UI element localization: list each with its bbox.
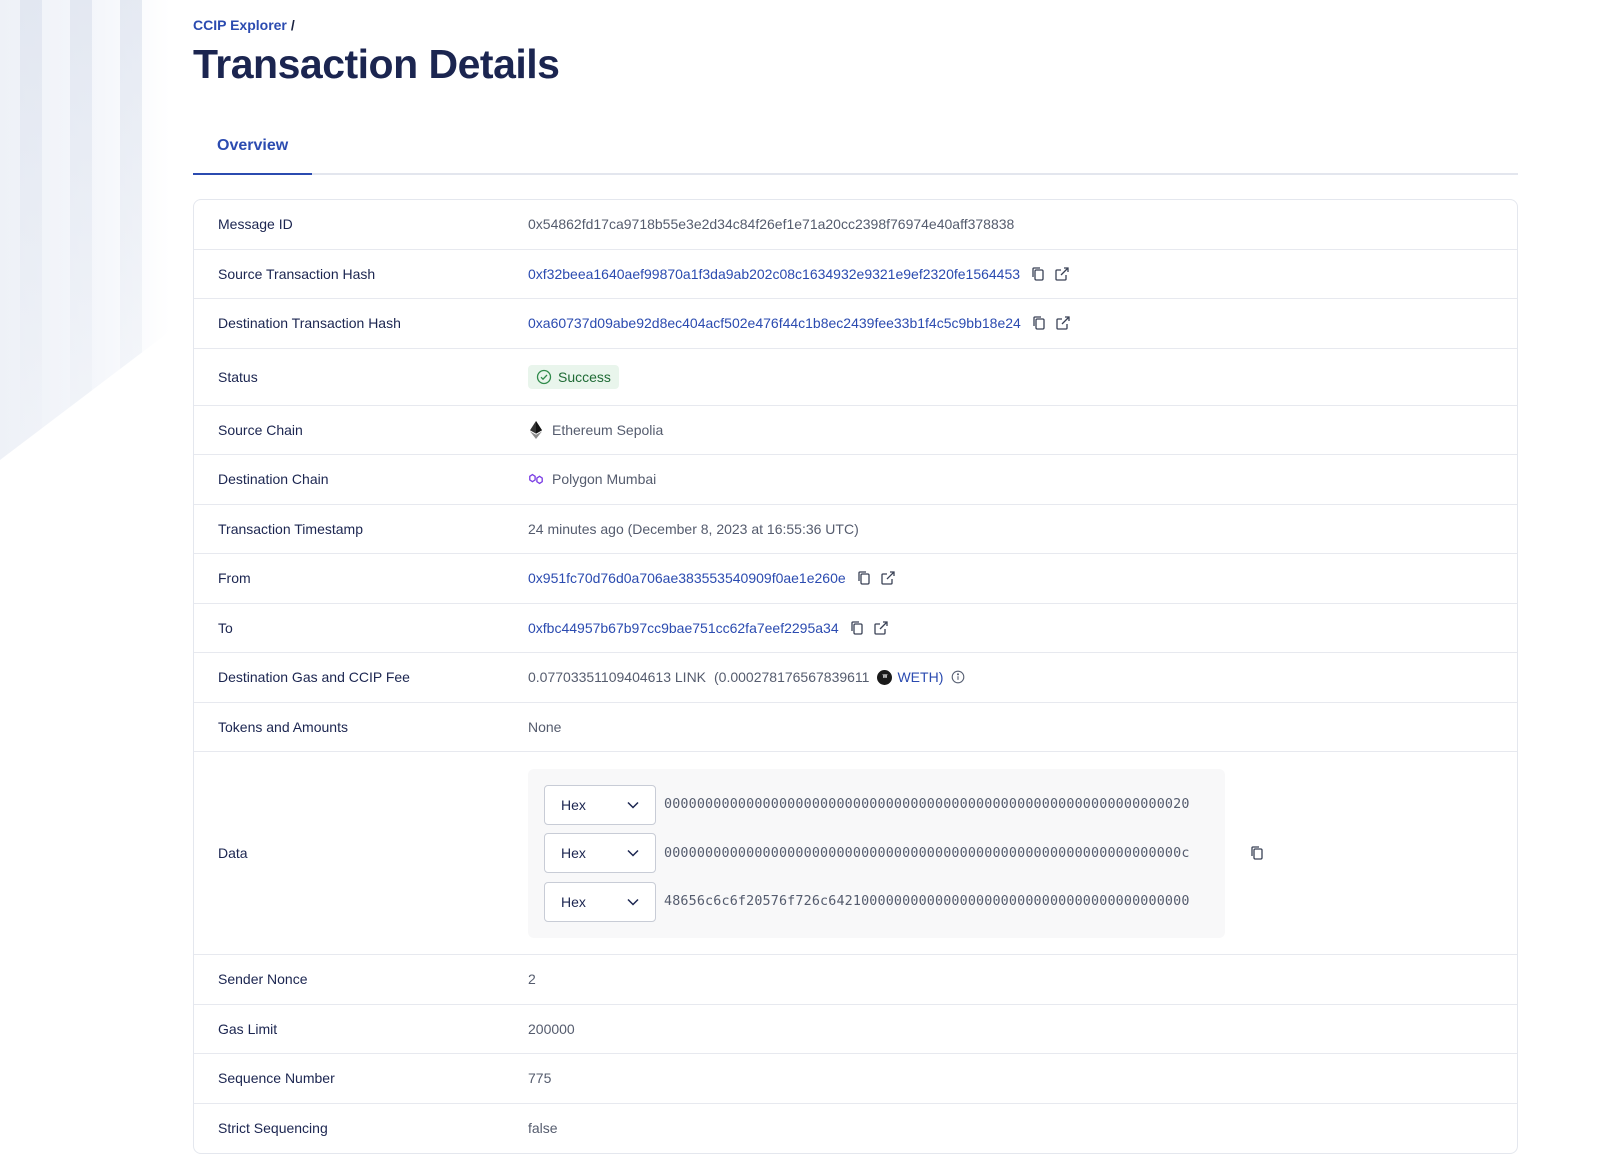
- transaction-details-card: Message ID 0x54862fd17ca9718b55e3e2d34c8…: [193, 199, 1518, 1154]
- data-format-select[interactable]: Hex: [544, 784, 656, 825]
- dest-tx-hash-label: Destination Transaction Hash: [218, 315, 401, 332]
- strict-sequencing-value: false: [528, 1120, 558, 1137]
- timestamp-label: Transaction Timestamp: [218, 520, 363, 537]
- data-format-select[interactable]: Hex: [544, 833, 656, 873]
- copy-icon[interactable]: [1249, 845, 1265, 861]
- data-format-value: Hex: [561, 893, 586, 910]
- row-strict-sequencing: Strict Sequencing false: [194, 1104, 1517, 1154]
- row-data: Data Hex 0000000000000000000000000000000…: [194, 752, 1517, 955]
- row-dest-tx-hash: Destination Transaction Hash 0xa60737d09…: [194, 299, 1517, 349]
- background-decoration: [0, 0, 170, 460]
- copy-icon[interactable]: [849, 620, 865, 636]
- chevron-down-icon: [627, 898, 639, 906]
- row-tokens: Tokens and Amounts None: [194, 703, 1517, 752]
- strict-sequencing-label: Strict Sequencing: [218, 1120, 328, 1137]
- breadcrumb-separator: /: [290, 17, 295, 33]
- tab-overview[interactable]: Overview: [193, 125, 312, 175]
- dest-chain-value: Polygon Mumbai: [552, 471, 657, 488]
- from-label: From: [218, 570, 251, 587]
- tab-bar: Overview: [193, 125, 1518, 175]
- source-chain-label: Source Chain: [218, 421, 303, 438]
- status-badge: Success: [528, 364, 619, 389]
- row-dest-chain: Destination Chain Polygon Mumbai: [194, 455, 1517, 505]
- data-format-value: Hex: [561, 845, 586, 861]
- copy-icon[interactable]: [856, 570, 872, 586]
- data-hex-value: 48656c6c6f20576f726c64210000000000000000…: [664, 894, 1190, 909]
- data-line: Hex 48656c6c6f20576f726c6421000000000000…: [544, 881, 1209, 922]
- source-tx-hash-link[interactable]: 0xf32beea1640aef99870a1f3da9ab202c08c163…: [528, 266, 1020, 282]
- ethereum-icon: [528, 420, 544, 439]
- status-label: Status: [218, 368, 258, 385]
- breadcrumb: CCIP Explorer /: [193, 17, 1518, 35]
- page-container: CCIP Explorer / Transaction Details Overv…: [193, 0, 1518, 1154]
- data-hex-value: 0000000000000000000000000000000000000000…: [664, 797, 1190, 812]
- row-timestamp: Transaction Timestamp 24 minutes ago (De…: [194, 505, 1517, 554]
- data-line: Hex 000000000000000000000000000000000000…: [544, 784, 1209, 825]
- from-address-link[interactable]: 0x951fc70d76d0a706ae383553540909f0ae1e26…: [528, 570, 846, 586]
- info-icon[interactable]: [951, 670, 965, 684]
- chevron-down-icon: [627, 849, 639, 857]
- breadcrumb-ccip-explorer-link[interactable]: CCIP Explorer: [193, 17, 287, 33]
- source-chain-value: Ethereum Sepolia: [552, 421, 664, 438]
- external-link-icon[interactable]: [1054, 266, 1070, 282]
- source-tx-hash-label: Source Transaction Hash: [218, 265, 376, 282]
- weth-token-icon: W: [877, 669, 893, 685]
- data-format-select[interactable]: Hex: [544, 881, 656, 922]
- fee-weth-amount: (0.000278176567839611: [714, 669, 870, 686]
- to-address-link[interactable]: 0xfbc44957b67b97cc9bae751cc62fa7eef2295a…: [528, 620, 839, 636]
- tokens-value: None: [528, 718, 562, 735]
- polygon-icon: [528, 470, 544, 488]
- sequence-number-value: 775: [528, 1070, 552, 1087]
- row-to: To 0xfbc44957b67b97cc9bae751cc62fa7eef22…: [194, 604, 1517, 653]
- dest-tx-hash-link[interactable]: 0xa60737d09abe92d8ec404acf502e476f44c1b8…: [528, 315, 1021, 331]
- timestamp-value: 24 minutes ago (December 8, 2023 at 16:5…: [528, 520, 859, 537]
- chevron-down-icon: [627, 801, 639, 809]
- weth-token-link[interactable]: WETH: [897, 669, 938, 685]
- external-link-icon[interactable]: [873, 620, 889, 636]
- gas-limit-value: 200000: [528, 1020, 575, 1037]
- row-sequence-number: Sequence Number 775: [194, 1054, 1517, 1104]
- row-source-tx-hash: Source Transaction Hash 0xf32beea1640aef…: [194, 250, 1517, 299]
- dest-chain-label: Destination Chain: [218, 471, 329, 488]
- sender-nonce-value: 2: [528, 971, 536, 988]
- to-label: To: [218, 619, 233, 636]
- copy-icon[interactable]: [1031, 315, 1047, 331]
- row-source-chain: Source Chain Ethereum Sepolia: [194, 406, 1517, 455]
- page-title: Transaction Details: [193, 41, 560, 87]
- sequence-number-label: Sequence Number: [218, 1070, 335, 1087]
- row-sender-nonce: Sender Nonce 2: [194, 955, 1517, 1005]
- sender-nonce-label: Sender Nonce: [218, 971, 308, 988]
- external-link-icon[interactable]: [880, 570, 896, 586]
- data-hex-value: 0000000000000000000000000000000000000000…: [664, 845, 1190, 861]
- message-id-label: Message ID: [218, 216, 293, 233]
- data-label: Data: [218, 845, 248, 861]
- gas-limit-label: Gas Limit: [218, 1020, 278, 1037]
- fee-label: Destination Gas and CCIP Fee: [218, 669, 410, 686]
- fee-paren-close: ): [938, 669, 944, 686]
- external-link-icon[interactable]: [1055, 315, 1071, 331]
- row-message-id: Message ID 0x54862fd17ca9718b55e3e2d34c8…: [194, 200, 1517, 250]
- message-id-value: 0x54862fd17ca9718b55e3e2d34c84f26ef1e71a…: [528, 216, 1015, 233]
- data-box: Hex 000000000000000000000000000000000000…: [528, 768, 1225, 938]
- row-gas-limit: Gas Limit 200000: [194, 1005, 1517, 1054]
- tokens-label: Tokens and Amounts: [218, 718, 348, 735]
- row-fee: Destination Gas and CCIP Fee 0.077033511…: [194, 653, 1517, 703]
- status-value: Success: [558, 368, 611, 385]
- row-status: Status Success: [194, 349, 1517, 406]
- row-from: From 0x951fc70d76d0a706ae383553540909f0a…: [194, 554, 1517, 604]
- data-line: Hex 000000000000000000000000000000000000…: [544, 833, 1209, 873]
- data-format-value: Hex: [561, 796, 586, 813]
- check-circle-icon: [536, 369, 552, 384]
- fee-link-amount: 0.07703351109404613 LINK: [528, 669, 707, 686]
- copy-icon[interactable]: [1030, 266, 1046, 282]
